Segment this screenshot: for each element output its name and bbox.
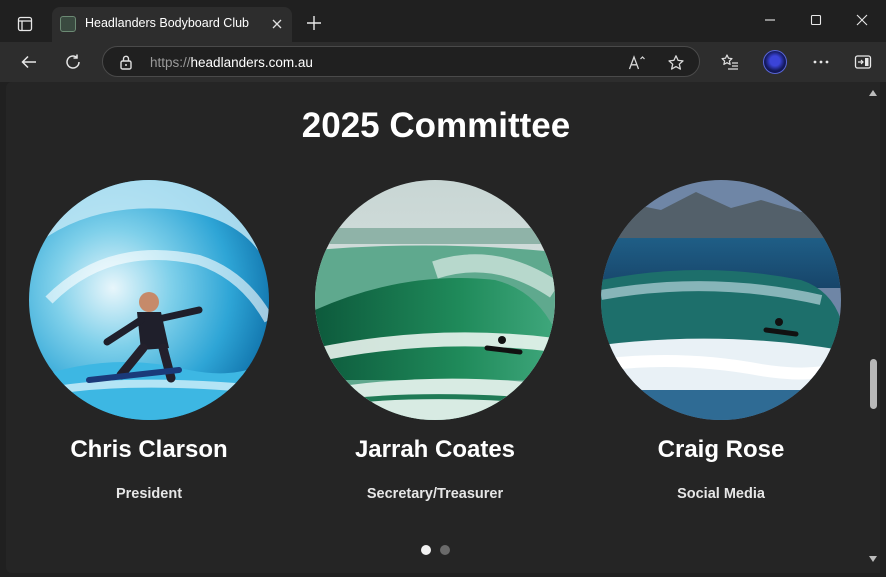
close-icon bbox=[856, 14, 868, 26]
coastal-wave-photo-icon bbox=[601, 180, 841, 420]
minimize-icon bbox=[765, 19, 775, 21]
minimize-button[interactable] bbox=[747, 0, 793, 40]
favorite-star-button[interactable] bbox=[666, 53, 686, 73]
site-favicon-icon bbox=[60, 16, 76, 32]
star-icon bbox=[668, 55, 684, 70]
page-title: 2025 Committee bbox=[301, 106, 571, 145]
member-role: Secretary/Treasurer bbox=[366, 486, 504, 502]
address-bar[interactable]: https://headlanders.com.au bbox=[102, 46, 700, 77]
browser-toolbar: https://headlanders.com.au bbox=[0, 42, 886, 82]
page-viewport: 2025 Committee Chris Clarson President J… bbox=[6, 82, 880, 573]
vertical-scrollbar[interactable] bbox=[864, 82, 880, 573]
carousel-dot[interactable] bbox=[440, 545, 450, 555]
close-window-button[interactable] bbox=[839, 0, 885, 40]
plus-icon bbox=[307, 16, 321, 30]
carousel-pagination bbox=[421, 545, 461, 557]
favorites-list-icon bbox=[721, 54, 738, 70]
browser-window: Headlanders Bodyboard Club https://headl… bbox=[0, 0, 886, 577]
lock-icon[interactable] bbox=[119, 54, 133, 70]
maximize-button[interactable] bbox=[793, 0, 839, 40]
close-icon bbox=[272, 19, 282, 29]
sidebar-toggle-button[interactable] bbox=[849, 48, 877, 76]
tab-actions-button[interactable] bbox=[10, 10, 40, 38]
surfer-barrel-photo-icon bbox=[29, 180, 269, 420]
member-role: Social Media bbox=[677, 486, 765, 502]
tab-headlanders[interactable]: Headlanders Bodyboard Club bbox=[52, 7, 292, 42]
tab-close-button[interactable] bbox=[268, 15, 286, 33]
read-aloud-icon bbox=[628, 55, 645, 70]
tab-strip: Headlanders Bodyboard Club bbox=[0, 0, 886, 42]
member-name: Jarrah Coates bbox=[354, 436, 516, 463]
back-arrow-icon bbox=[21, 55, 36, 69]
more-dots-icon bbox=[813, 60, 829, 64]
profile-avatar[interactable] bbox=[763, 50, 787, 74]
url-text[interactable]: https://headlanders.com.au bbox=[150, 55, 313, 70]
scrollbar-thumb[interactable] bbox=[870, 359, 877, 409]
new-tab-button[interactable] bbox=[302, 11, 326, 35]
member-role: President bbox=[115, 486, 183, 502]
green-wave-photo-icon bbox=[315, 180, 555, 420]
sidebar-icon bbox=[854, 55, 872, 69]
url-host: headlanders.com.au bbox=[190, 55, 313, 70]
member-name: Chris Clarson bbox=[70, 436, 228, 463]
url-scheme: https:// bbox=[150, 55, 191, 70]
maximize-icon bbox=[810, 14, 822, 26]
member-name: Craig Rose bbox=[657, 436, 785, 463]
favorites-button[interactable] bbox=[716, 48, 744, 76]
carousel-dot-active[interactable] bbox=[421, 545, 431, 555]
scroll-down-arrow-icon[interactable] bbox=[868, 554, 878, 564]
committee-section: 2025 Committee Chris Clarson President J… bbox=[6, 82, 866, 573]
refresh-button[interactable] bbox=[59, 48, 87, 76]
scroll-up-arrow-icon[interactable] bbox=[868, 88, 878, 98]
back-button[interactable] bbox=[15, 48, 43, 76]
tab-title: Headlanders Bodyboard Club bbox=[85, 16, 249, 30]
tab-actions-icon bbox=[17, 16, 33, 32]
settings-more-button[interactable] bbox=[807, 48, 835, 76]
refresh-icon bbox=[66, 54, 80, 69]
read-aloud-button[interactable] bbox=[627, 53, 647, 73]
